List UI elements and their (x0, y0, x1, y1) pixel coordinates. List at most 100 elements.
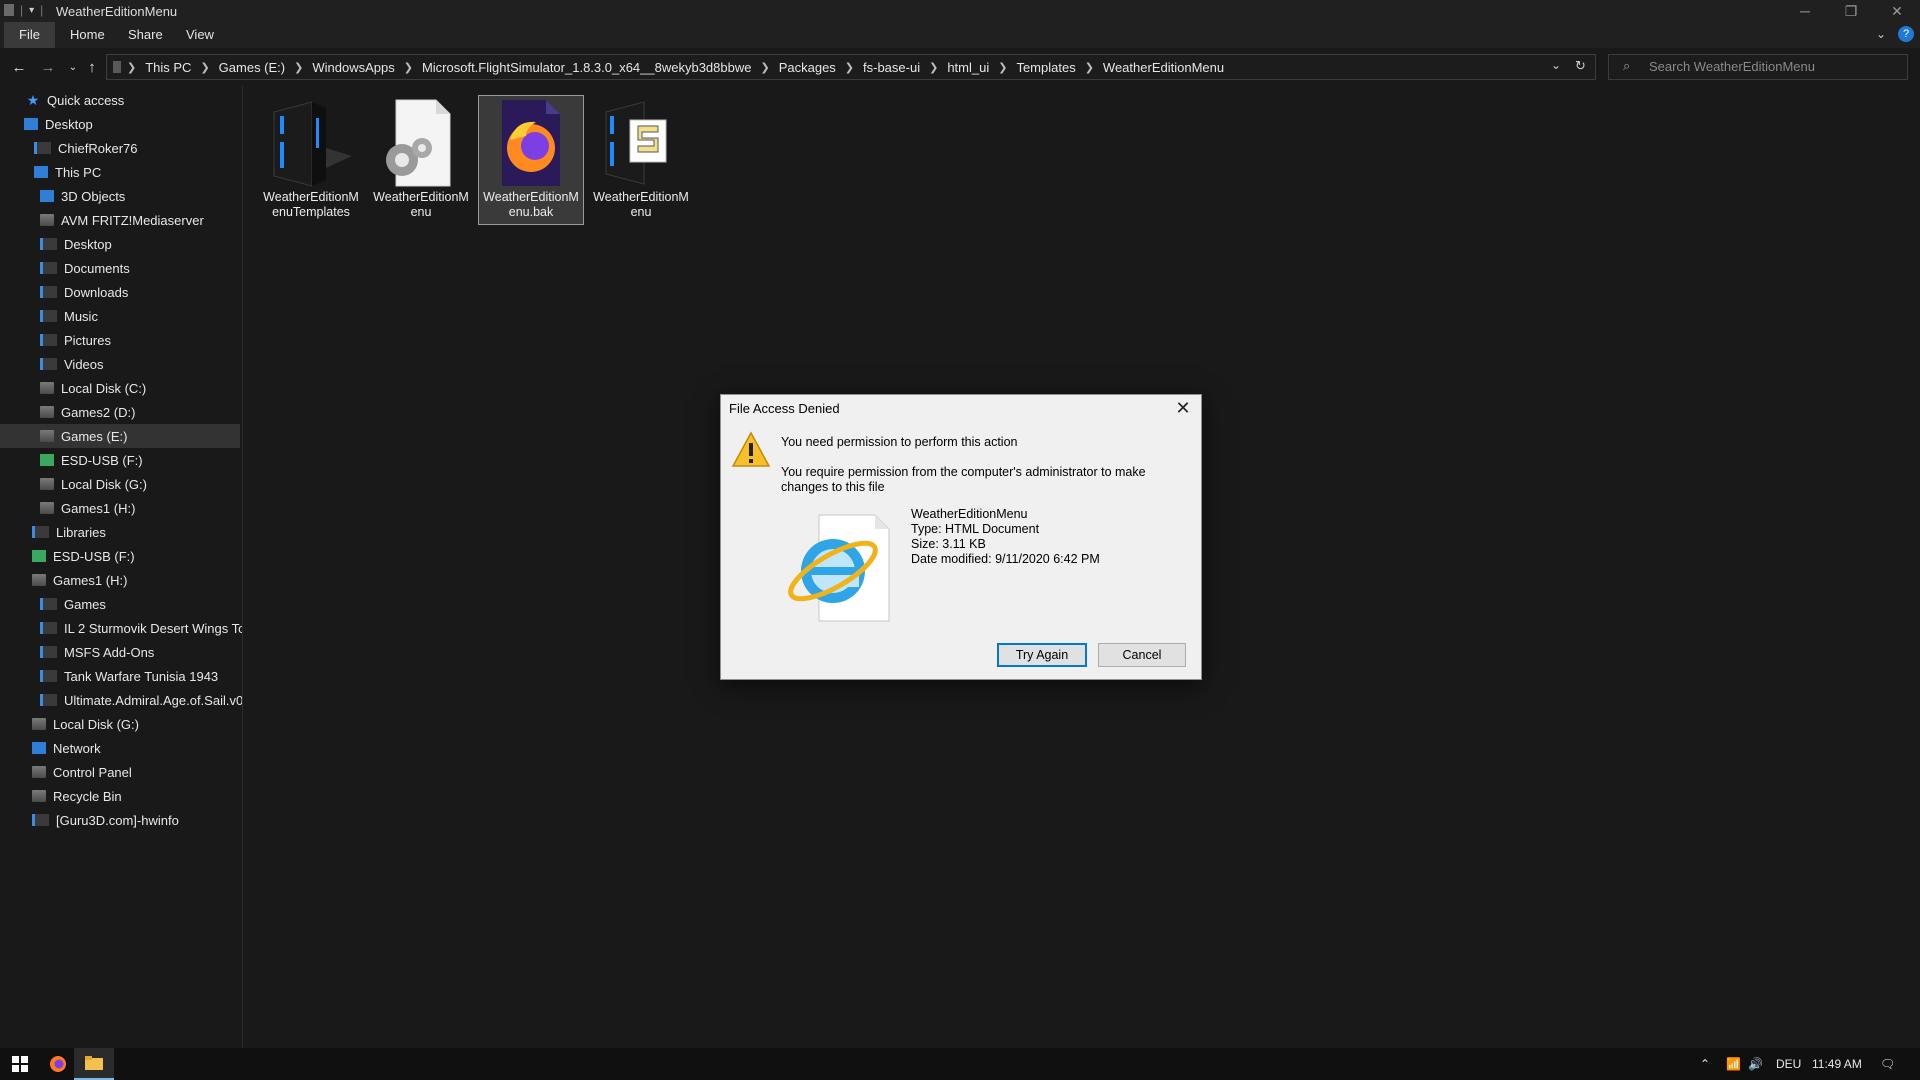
explorer-app-icon[interactable] (4, 4, 14, 16)
sidebar-item-3d-objects[interactable]: 3D Objects (0, 184, 240, 208)
sidebar-item-downloads[interactable]: Downloads (0, 280, 240, 304)
file-item-selected[interactable]: WeatherEditionMenu.bak (478, 95, 584, 225)
customize-toolbar-icon[interactable]: ▾ (29, 5, 34, 16)
sidebar-item-guru3d-hwinfo[interactable]: [Guru3D.com]-hwinfo (0, 808, 240, 832)
sidebar-item-local-disk-g-root[interactable]: Local Disk (G:) (0, 712, 240, 736)
sidebar-item-msfs-add-ons[interactable]: MSFS Add-Ons (0, 640, 240, 664)
tab-view[interactable]: View (172, 22, 228, 48)
crumb-flightsimulator[interactable]: Microsoft.FlightSimulator_1.8.3.0_x64__8… (421, 60, 753, 75)
sidebar-item-this-pc[interactable]: This PC (0, 160, 240, 184)
location-icon (113, 61, 121, 73)
chevron-right-icon[interactable]: ❯ (127, 61, 136, 74)
sidebar-item-games1-h[interactable]: Games1 (H:) (0, 496, 240, 520)
crumb-windowsapps[interactable]: WindowsApps (311, 60, 395, 75)
sidebar-item-il2-sturmovik[interactable]: IL 2 Sturmovik Desert Wings Tobruk (0, 616, 242, 640)
file-item[interactable]: WeatherEditionMenuTemplates (259, 96, 363, 224)
file-item[interactable]: WeatherEditionMenu (369, 96, 473, 224)
expand-ribbon-icon[interactable]: ⌄ (1876, 27, 1886, 41)
network-icon[interactable]: 📶 (1726, 1048, 1741, 1080)
sidebar-item-games[interactable]: Games (0, 592, 240, 616)
sidebar-item-local-disk-c[interactable]: Local Disk (C:) (0, 376, 240, 400)
sidebar-item-videos[interactable]: Videos (0, 352, 240, 376)
crumb-fs-base-ui[interactable]: fs-base-ui (862, 60, 921, 75)
crumb-games-e[interactable]: Games (E:) (218, 60, 286, 75)
close-window-button[interactable]: ✕ (1874, 0, 1920, 22)
try-again-button[interactable]: Try Again (997, 643, 1087, 667)
crumb-weathereditionmenu[interactable]: WeatherEditionMenu (1102, 60, 1225, 75)
media-server-icon (40, 214, 54, 226)
chevron-right-icon[interactable]: ❯ (760, 61, 769, 74)
chevron-right-icon[interactable]: ❯ (845, 61, 854, 74)
crumb-packages[interactable]: Packages (778, 60, 837, 75)
music-icon (40, 310, 57, 322)
crumb-html-ui[interactable]: html_ui (946, 60, 990, 75)
sidebar-item-chiefroker76[interactable]: ChiefRoker76 (0, 136, 240, 160)
chevron-right-icon[interactable]: ❯ (404, 61, 413, 74)
sidebar-item-games2-d[interactable]: Games2 (D:) (0, 400, 240, 424)
chevron-right-icon[interactable]: ❯ (1085, 61, 1094, 74)
navigation-pane[interactable]: ★ Quick access Desktop ChiefRoker76 This… (0, 86, 243, 1048)
volume-icon[interactable]: 🔊 (1748, 1048, 1763, 1080)
file-item[interactable]: WeatherEditionMenu (589, 96, 693, 224)
control-panel-icon (32, 766, 46, 778)
ribbon-tabs: File Home Share View ⌄ ? (0, 22, 1920, 48)
chevron-right-icon[interactable]: ❯ (998, 61, 1007, 74)
refresh-icon[interactable]: ↻ (1575, 58, 1586, 74)
sidebar-item-network[interactable]: Network (0, 736, 240, 760)
sidebar-item-tank-warfare[interactable]: Tank Warfare Tunisia 1943 (0, 664, 240, 688)
restore-button[interactable]: ❐ (1828, 0, 1874, 22)
toolbar-divider: | (20, 3, 24, 17)
sidebar-item-recycle-bin[interactable]: Recycle Bin (0, 784, 240, 808)
cancel-button[interactable]: Cancel (1098, 643, 1186, 667)
dialog-main-message: You need permission to perform this acti… (781, 435, 1018, 449)
taskbar: ⌃ 📶 🔊 DEU 11:49 AM 🗨 (0, 1048, 1920, 1080)
chevron-right-icon[interactable]: ❯ (200, 61, 209, 74)
sidebar-item-esd-usb-f-root[interactable]: ESD-USB (F:) (0, 544, 240, 568)
sidebar-item-documents[interactable]: Documents (0, 256, 240, 280)
sidebar-item-ultimate-admiral[interactable]: Ultimate.Admiral.Age.of.Sail.v0.9.5 (0, 688, 242, 712)
sidebar-item-music[interactable]: Music (0, 304, 240, 328)
chevron-right-icon[interactable]: ❯ (929, 61, 938, 74)
sidebar-item-games1-h-root[interactable]: Games1 (H:) (0, 568, 240, 592)
file-name: WeatherEditionMenu (373, 190, 469, 219)
tab-share[interactable]: Share (114, 22, 177, 48)
crumb-this-pc[interactable]: This PC (144, 60, 192, 75)
tab-file[interactable]: File (4, 22, 55, 48)
sidebar-item-desktop[interactable]: Desktop (0, 112, 240, 136)
sidebar-item-libraries[interactable]: Libraries (0, 520, 240, 544)
minimize-button[interactable]: ─ (1782, 0, 1828, 22)
sidebar-item-local-disk-g[interactable]: Local Disk (G:) (0, 472, 240, 496)
show-hidden-icons-icon[interactable]: ⌃ (1700, 1048, 1710, 1080)
dialog-file-name: WeatherEditionMenu (911, 507, 1028, 521)
clock[interactable]: 11:49 AM (1812, 1048, 1862, 1080)
toolbar-divider: | (40, 3, 44, 17)
close-icon[interactable]: ✕ (1171, 397, 1195, 419)
input-language[interactable]: DEU (1776, 1048, 1801, 1080)
folder-icon (40, 598, 57, 610)
sidebar-item-esd-usb-f[interactable]: ESD-USB (F:) (0, 448, 240, 472)
search-box[interactable]: ⌕ Search WeatherEditionMenu (1608, 54, 1908, 80)
sidebar-item-control-panel[interactable]: Control Panel (0, 760, 240, 784)
computer-icon (34, 166, 48, 178)
window-title: WeatherEditionMenu (56, 4, 178, 19)
back-arrow-icon[interactable]: ← (8, 56, 30, 78)
help-icon[interactable]: ? (1898, 26, 1914, 42)
taskbar-firefox[interactable] (38, 1048, 78, 1080)
forward-arrow-icon[interactable]: → (37, 56, 59, 78)
chevron-right-icon[interactable]: ❯ (294, 61, 303, 74)
crumb-templates[interactable]: Templates (1015, 60, 1076, 75)
sidebar-item-desktop-pc[interactable]: Desktop (0, 232, 240, 256)
tab-home[interactable]: Home (56, 22, 119, 48)
address-dropdown-icon[interactable]: ⌄ (1551, 58, 1561, 72)
up-arrow-icon[interactable]: ↑ (81, 56, 103, 78)
address-bar[interactable]: ❯ This PC ❯ Games (E:) ❯ WindowsApps ❯ M… (106, 54, 1596, 80)
sidebar-item-quick-access[interactable]: ★ Quick access (0, 88, 240, 112)
folder-icon (40, 646, 57, 658)
search-placeholder: Search WeatherEditionMenu (1649, 59, 1815, 74)
sidebar-item-pictures[interactable]: Pictures (0, 328, 240, 352)
start-button[interactable] (0, 1048, 40, 1080)
taskbar-file-explorer[interactable] (74, 1048, 114, 1080)
sidebar-item-avm-fritz[interactable]: AVM FRITZ!Mediaserver (0, 208, 240, 232)
sidebar-item-games-e[interactable]: Games (E:) (0, 424, 240, 448)
action-center-icon[interactable]: 🗨 (1880, 1048, 1895, 1080)
